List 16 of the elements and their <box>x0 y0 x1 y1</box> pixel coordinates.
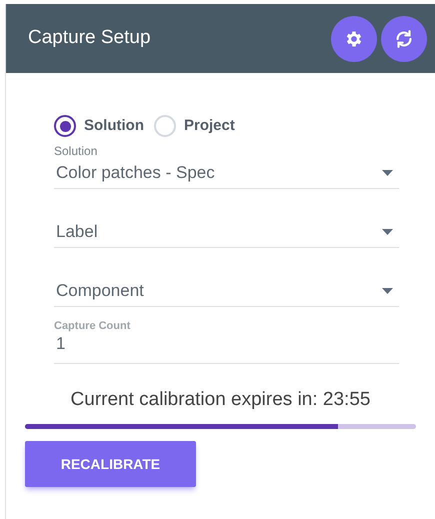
panel-title: Capture Setup <box>28 26 152 50</box>
dropdown-field[interactable]: Component <box>54 276 399 306</box>
recalibrate-button[interactable]: RECALIBRATE <box>25 441 196 487</box>
radio-label: Solution <box>84 116 144 136</box>
dropdown-arrow-icon <box>382 170 393 176</box>
dropdown-arrow-icon <box>382 288 393 294</box>
refresh-button[interactable] <box>381 16 427 62</box>
radio-button[interactable] <box>54 115 76 138</box>
dropdown-arrow-icon <box>382 228 393 234</box>
settings-button[interactable] <box>331 16 377 62</box>
dropdown-field[interactable]: Solution Color patches - Spec <box>54 144 399 188</box>
input-field[interactable]: Capture Count 1 <box>54 320 399 364</box>
settings-icon <box>344 28 364 48</box>
dropdown-field[interactable]: Label <box>54 216 399 248</box>
radio-label: Project <box>184 116 235 136</box>
calibration-message: Current calibration expires in: 23:55 <box>70 388 372 412</box>
